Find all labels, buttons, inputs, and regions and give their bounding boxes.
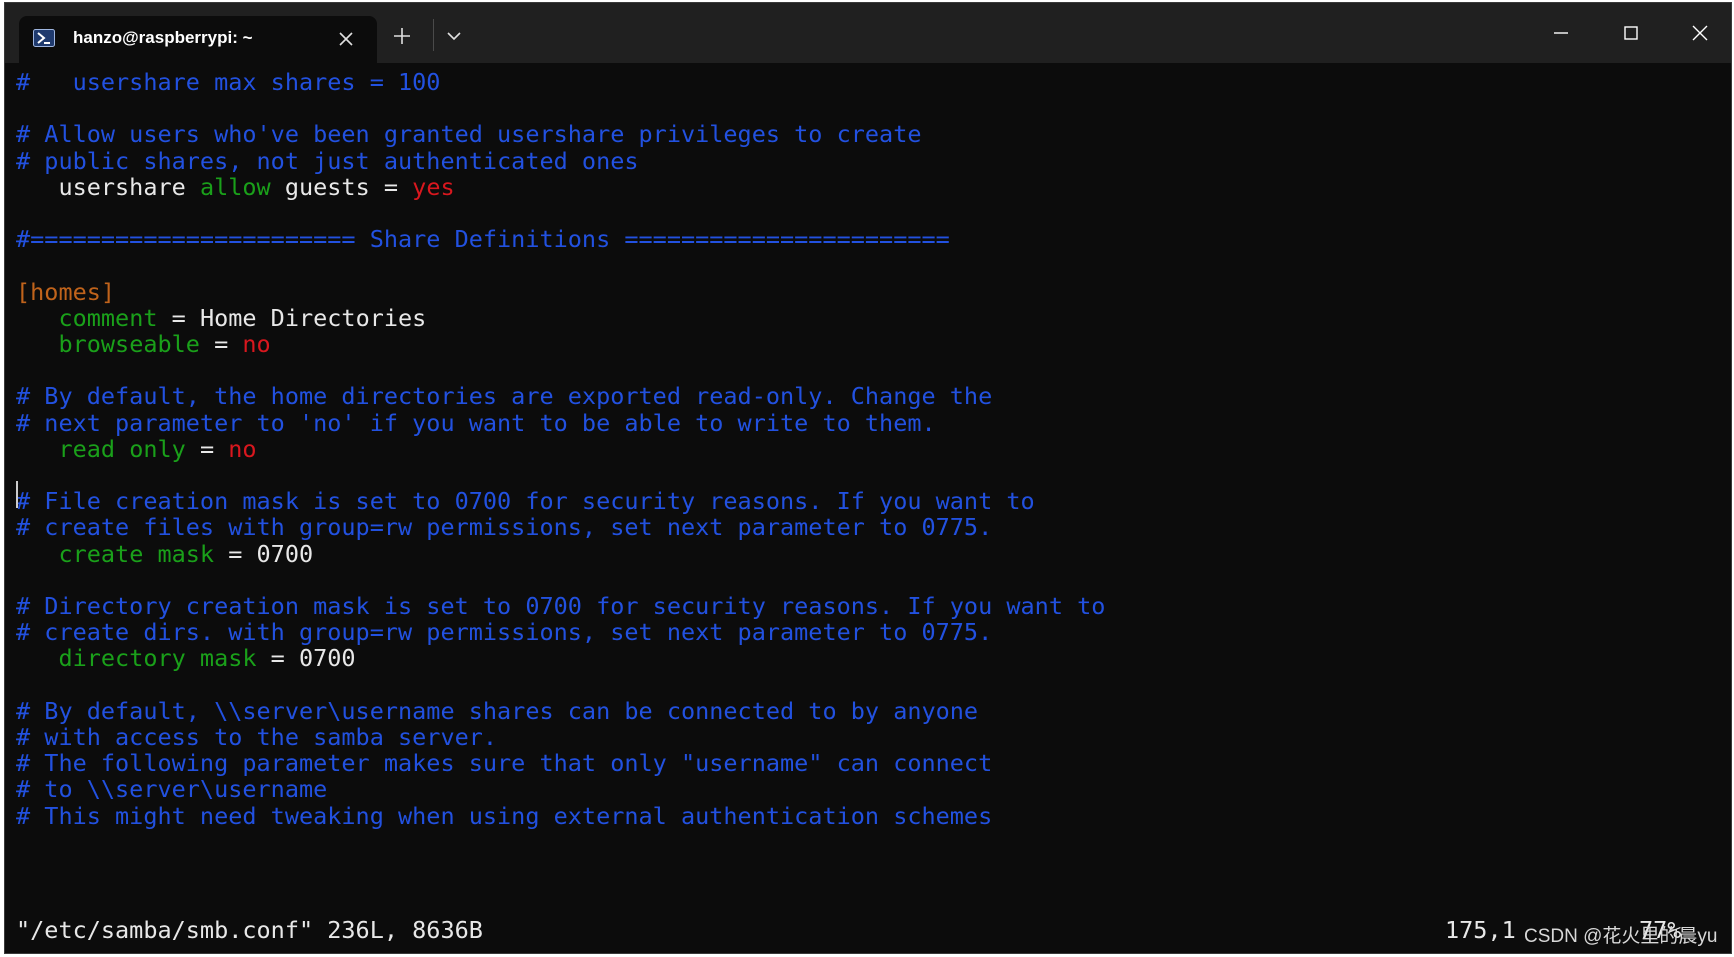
file-line: create mask = 0700 xyxy=(16,540,313,569)
line-segment: read only xyxy=(58,434,186,463)
file-line: comment = Home Directories xyxy=(16,304,426,333)
line-segment: # public shares, not just authenticated … xyxy=(16,146,639,175)
file-line: # By default, the home directories are e… xyxy=(16,382,992,411)
line-segment: # create dirs. with group=rw permissions… xyxy=(16,618,993,647)
file-line: read only = no xyxy=(16,434,257,464)
line-segment: = Home Directories xyxy=(157,303,427,332)
line-segment: comment xyxy=(58,303,158,332)
line-segment: = xyxy=(199,330,243,358)
line-segment: allow xyxy=(199,172,271,201)
status-file-info: "/etc/samba/smb.conf" 236L, 8636B xyxy=(16,916,483,944)
file-line: directory mask = 0700 xyxy=(16,644,356,673)
text-cursor xyxy=(16,481,18,508)
line-segment: [homes] xyxy=(16,277,116,306)
line-segment: directory mask xyxy=(58,644,257,673)
file-line: # File creation mask is set to 0700 for … xyxy=(16,487,1035,516)
file-line: # create files with group=rw permissions… xyxy=(16,513,992,542)
line-segment: # The following parameter makes sure tha… xyxy=(16,749,993,778)
file-line: # The following parameter makes sure tha… xyxy=(16,749,992,778)
watermark: CSDN @花火里的晨yu xyxy=(1524,926,1718,947)
file-line: # to \\server\username xyxy=(16,775,327,804)
file-line: # with access to the samba server. xyxy=(16,723,497,752)
terminal-window: hanzo@raspberrypi: ~ # usershare max sha… xyxy=(4,2,1732,954)
line-segment: # usershare max shares = 100 xyxy=(16,68,441,96)
line-segment: # Directory creation mask is set to 0700… xyxy=(16,592,1106,620)
tab-title: hanzo@raspberrypi: ~ xyxy=(73,28,253,47)
new-tab-plus-icon[interactable] xyxy=(391,25,413,47)
line-segment: yes xyxy=(412,172,455,201)
file-line: browseable = no xyxy=(16,330,271,359)
line-segment xyxy=(16,330,58,358)
file-line: # This might need tweaking when using ex… xyxy=(16,802,992,831)
terminal-content[interactable]: # usershare max shares = 100 # Allow user… xyxy=(5,63,1731,953)
file-line: # next parameter to 'no' if you want to … xyxy=(16,409,936,438)
line-segment: #======================= Share Definitio… xyxy=(16,225,950,254)
line-segment: guests = xyxy=(270,172,413,201)
file-line: usershare allow guests = yes xyxy=(16,172,455,202)
file-line: [homes] xyxy=(16,278,115,307)
minimize-icon[interactable] xyxy=(1547,19,1575,47)
line-segment: browseable xyxy=(58,330,200,358)
line-segment: # File creation mask is set to 0700 for … xyxy=(16,487,1035,516)
line-segment xyxy=(16,435,58,463)
line-segment: # This might need tweaking when using ex… xyxy=(16,801,993,830)
file-line: # Directory creation mask is set to 0700… xyxy=(16,592,1105,621)
title-bar: hanzo@raspberrypi: ~ xyxy=(5,3,1731,63)
line-segment: no xyxy=(228,434,257,463)
chevron-down-icon[interactable] xyxy=(445,27,463,45)
line-segment: = 0700 xyxy=(214,539,314,568)
close-tab-icon[interactable] xyxy=(337,30,355,48)
status-cursor-position: 175,1 xyxy=(1445,916,1516,944)
line-segment: # next parameter to 'no' if you want to … xyxy=(16,408,936,437)
file-line: # create dirs. with group=rw permissions… xyxy=(16,618,992,647)
line-segment: # By default, the home directories are e… xyxy=(16,382,993,411)
file-line: #======================= Share Definitio… xyxy=(16,225,950,254)
line-segment: no xyxy=(242,330,271,358)
line-segment: # Allow users who've been granted usersh… xyxy=(16,120,922,149)
line-segment: = 0700 xyxy=(256,644,356,673)
file-line: # Allow users who've been granted usersh… xyxy=(16,120,921,149)
line-segment: # By default, \\server\username shares c… xyxy=(16,696,979,725)
line-segment: create mask xyxy=(58,539,215,568)
file-line: # By default, \\server\username shares c… xyxy=(16,697,978,726)
line-segment xyxy=(16,644,58,672)
tab-active[interactable]: hanzo@raspberrypi: ~ xyxy=(19,16,377,63)
line-segment xyxy=(16,540,58,568)
tab-separator xyxy=(433,19,434,51)
line-segment: usershare xyxy=(16,172,200,201)
line-segment: # with access to the samba server. xyxy=(16,723,498,751)
close-window-icon[interactable] xyxy=(1686,19,1714,47)
powershell-icon xyxy=(33,29,55,47)
line-segment: # create files with group=rw permissions… xyxy=(16,513,993,542)
line-segment xyxy=(16,304,58,332)
line-segment: = xyxy=(185,434,229,463)
file-line: # public shares, not just authenticated … xyxy=(16,147,639,176)
maximize-icon[interactable] xyxy=(1617,19,1645,47)
file-line: # usershare max shares = 100 xyxy=(16,68,440,97)
line-segment: # to \\server\username xyxy=(16,775,328,804)
